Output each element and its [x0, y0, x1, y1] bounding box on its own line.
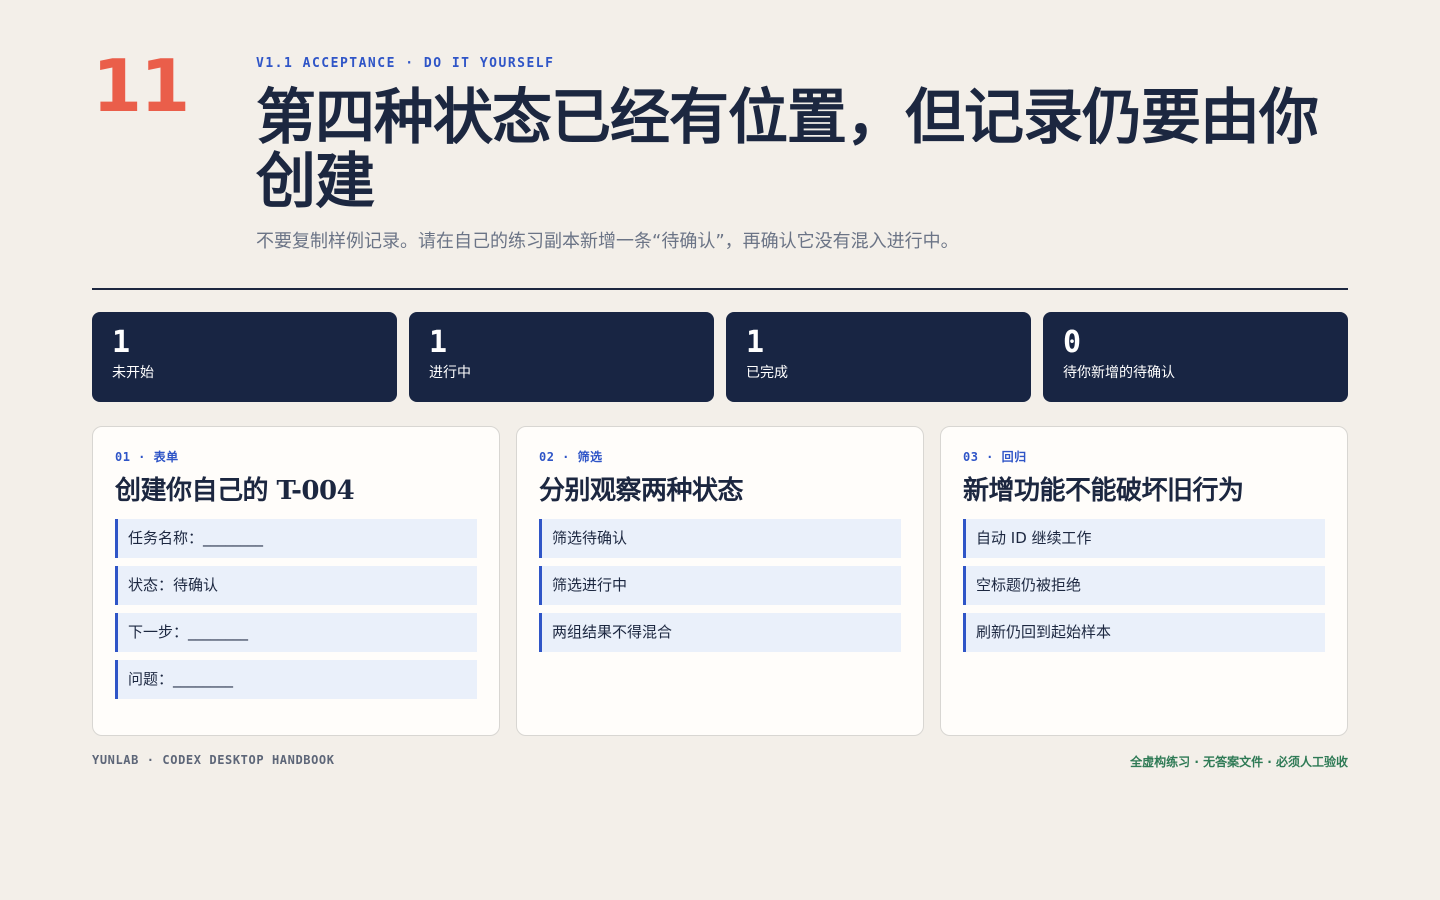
footer-notes: 全虚构练习 · 无答案文件 · 必须人工验收: [1130, 755, 1348, 769]
card-form: 01 · 表单 创建你自己的 T-004 任务名称：________ 状态：待确…: [92, 426, 500, 736]
card-eyebrow: 01 · 表单: [115, 450, 179, 464]
checklist-item: 自动 ID 继续工作: [963, 519, 1325, 558]
card-eyebrow: 03 · 回归: [963, 450, 1027, 464]
header: V1.1 ACCEPTANCE · DO IT YOURSELF 第四种状态已经…: [256, 56, 1356, 254]
checklist-item: 两组结果不得混合: [539, 613, 901, 652]
header-eyebrow: V1.1 ACCEPTANCE · DO IT YOURSELF: [256, 56, 555, 71]
page-subtitle: 不要复制样例记录。请在自己的练习副本新增一条“待确认”，再确认它没有混入进行中。: [256, 231, 959, 252]
stat-not-started: 1 未开始: [92, 312, 397, 402]
card-checklist: 任务名称：________ 状态：待确认 下一步：________ 问题：___…: [115, 519, 477, 699]
stat-label: 进行中: [429, 365, 471, 381]
footer-brand: YUNLAB · CODEX DESKTOP HANDBOOK: [92, 753, 335, 767]
stat-label: 未开始: [112, 365, 154, 381]
stat-value: 1: [746, 325, 765, 360]
stat-value: 0: [1063, 325, 1082, 360]
checklist-item: 筛选进行中: [539, 566, 901, 605]
card-title: 创建你自己的 T-004: [115, 476, 355, 506]
stat-label: 待你新增的待确认: [1063, 365, 1175, 381]
page-number: 11: [92, 44, 190, 128]
stat-pending-confirmation: 0 待你新增的待确认: [1043, 312, 1348, 402]
page-title: 第四种状态已经有位置，但记录仍要由你创建: [256, 83, 1319, 217]
card-checklist: 自动 ID 继续工作 空标题仍被拒绝 刷新仍回到起始样本: [963, 519, 1325, 652]
status-stats: 1 未开始 1 进行中 1 已完成 0 待你新增的待确认: [92, 312, 1348, 402]
card-checklist: 筛选待确认 筛选进行中 两组结果不得混合: [539, 519, 901, 652]
checklist-item: 下一步：________: [115, 613, 477, 652]
checklist-item: 筛选待确认: [539, 519, 901, 558]
checklist-item: 状态：待确认: [115, 566, 477, 605]
stat-completed: 1 已完成: [726, 312, 1031, 402]
task-cards: 01 · 表单 创建你自己的 T-004 任务名称：________ 状态：待确…: [92, 426, 1348, 736]
stat-in-progress: 1 进行中: [409, 312, 714, 402]
card-title: 分别观察两种状态: [539, 476, 744, 506]
checklist-item: 问题：________: [115, 660, 477, 699]
card-regression: 03 · 回归 新增功能不能破坏旧行为 自动 ID 继续工作 空标题仍被拒绝 刷…: [940, 426, 1348, 736]
checklist-item: 任务名称：________: [115, 519, 477, 558]
card-eyebrow: 02 · 筛选: [539, 450, 603, 464]
card-title: 新增功能不能破坏旧行为: [963, 476, 1244, 506]
header-divider: [92, 288, 1348, 290]
stat-value: 1: [429, 325, 448, 360]
checklist-item: 刷新仍回到起始样本: [963, 613, 1325, 652]
checklist-item: 空标题仍被拒绝: [963, 566, 1325, 605]
stat-label: 已完成: [746, 365, 788, 381]
slide-page: 11 V1.1 ACCEPTANCE · DO IT YOURSELF 第四种状…: [0, 0, 1440, 900]
card-filter: 02 · 筛选 分别观察两种状态 筛选待确认 筛选进行中 两组结果不得混合: [516, 426, 924, 736]
stat-value: 1: [112, 325, 131, 360]
